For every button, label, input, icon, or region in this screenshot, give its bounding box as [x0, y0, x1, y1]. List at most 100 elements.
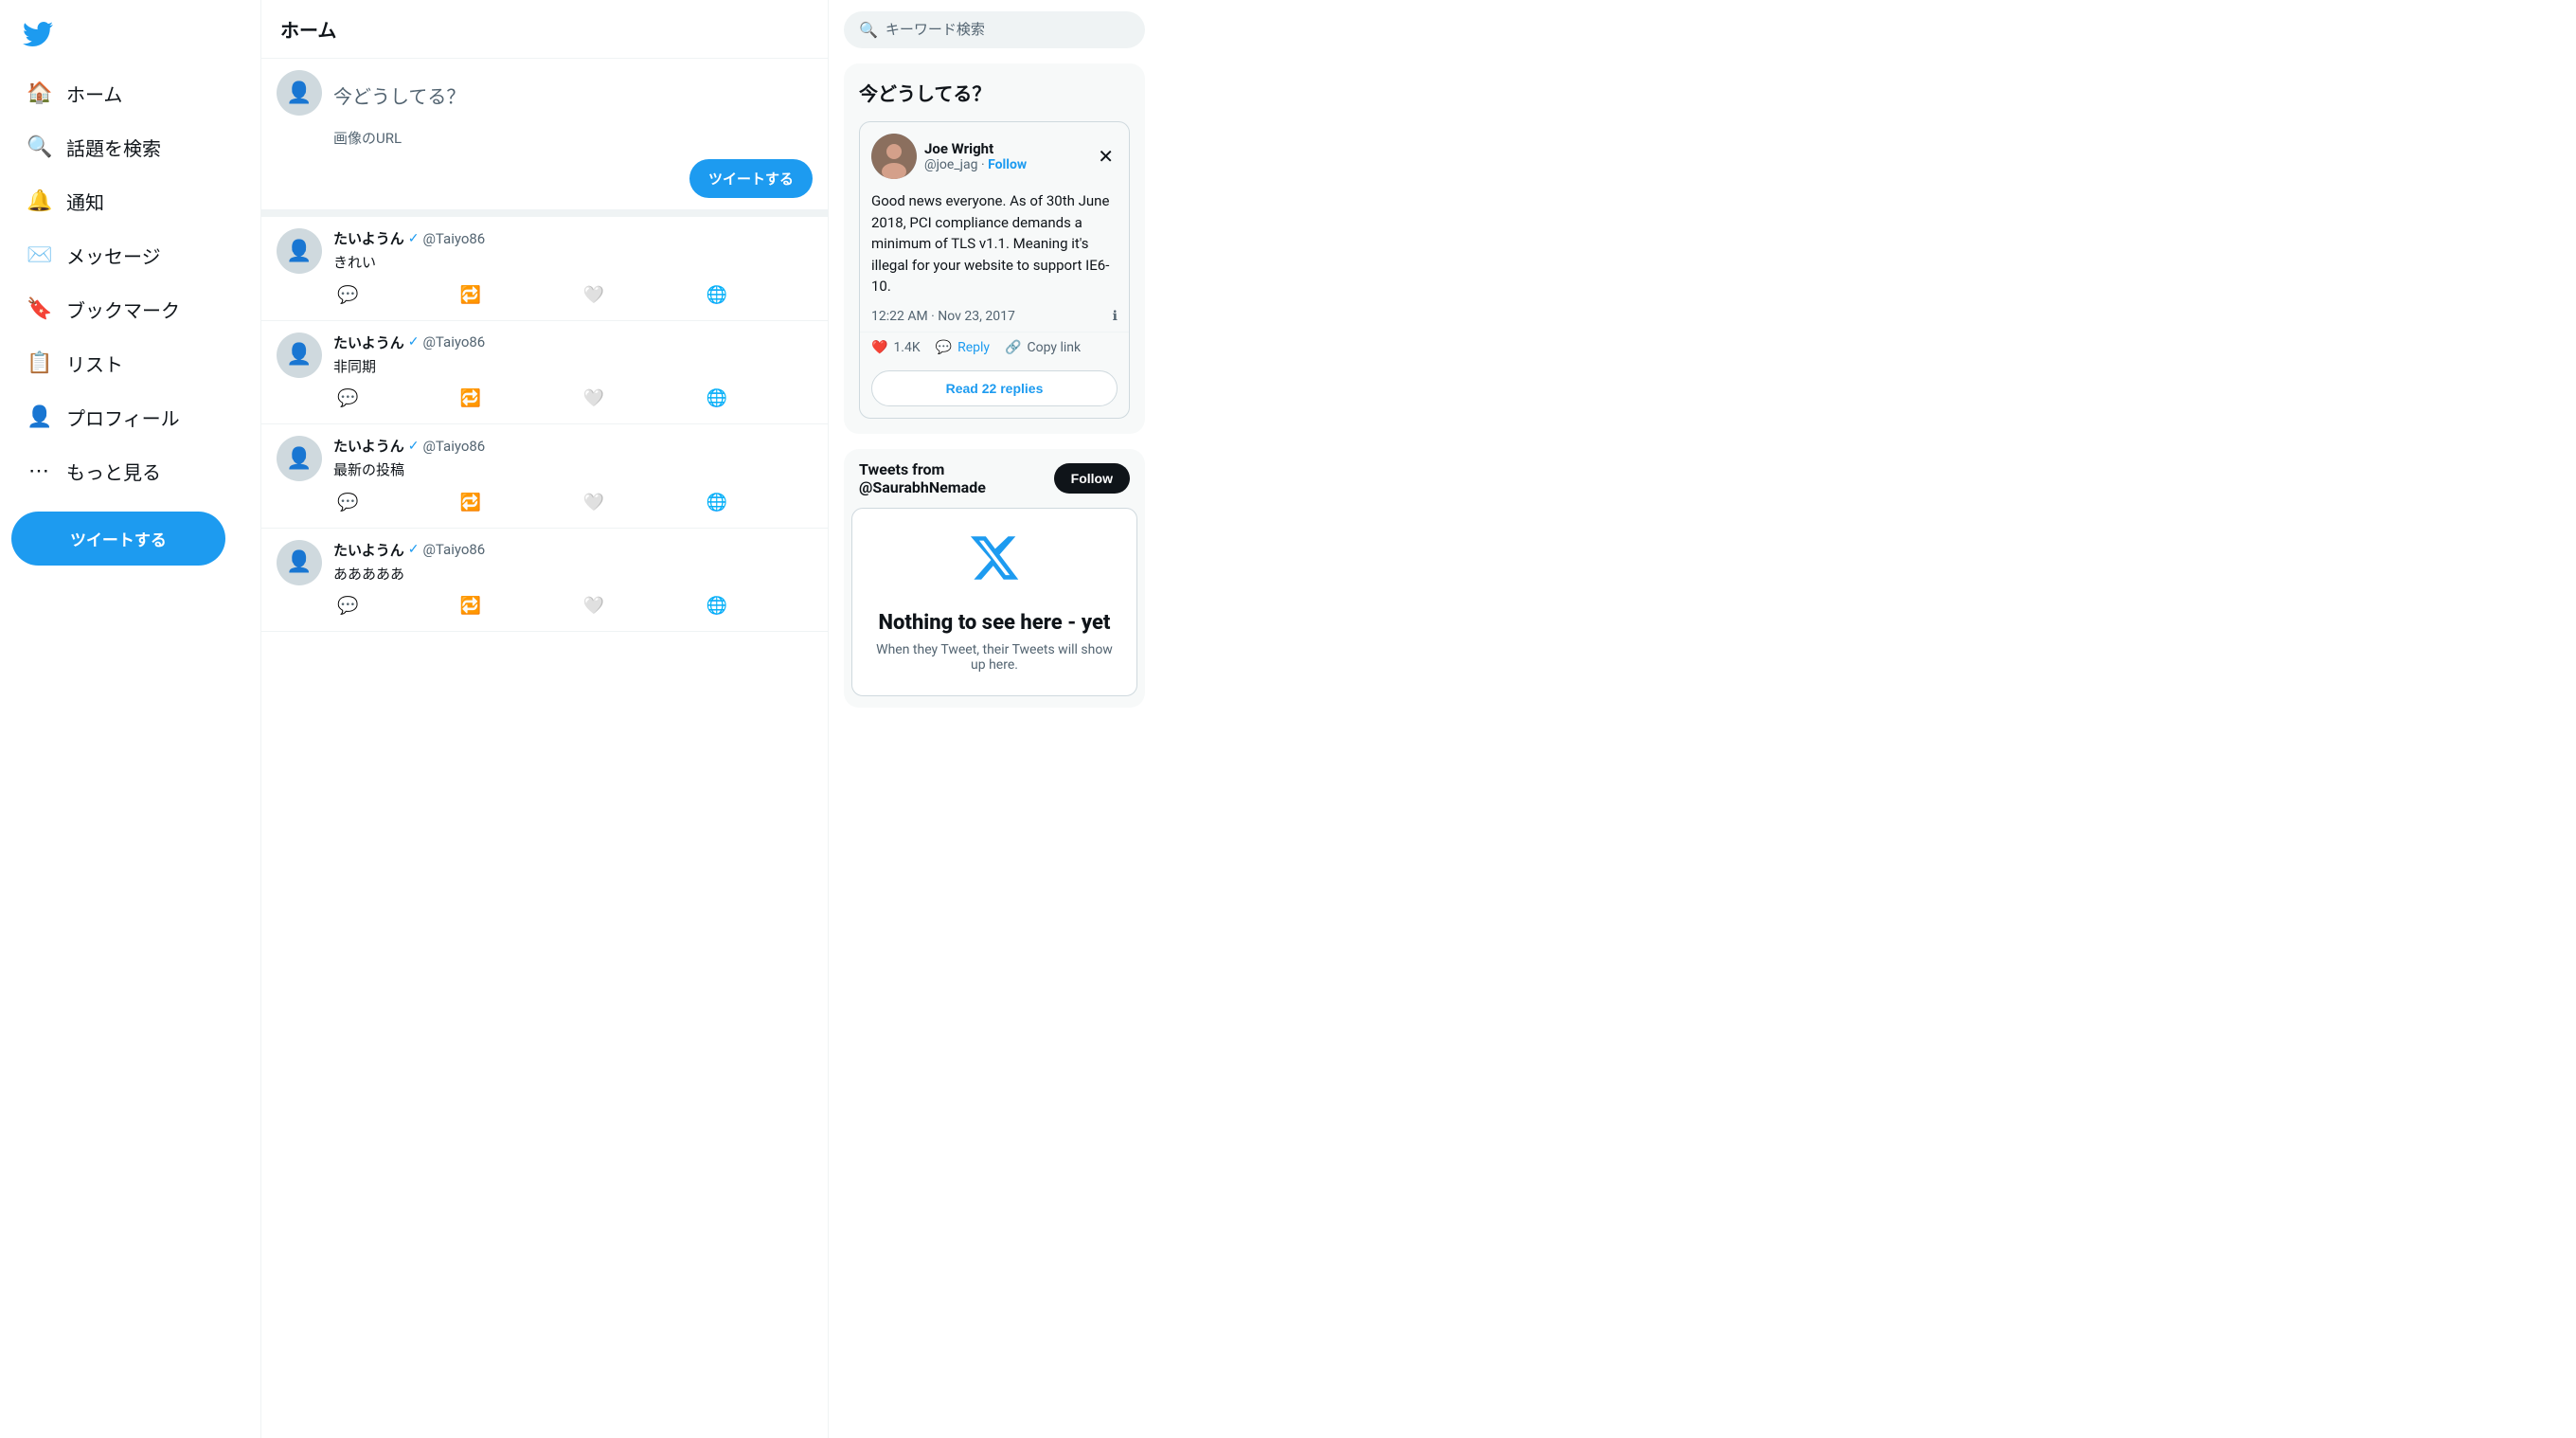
comment-icon: 💬 [337, 596, 358, 616]
link-icon: 🔗 [1005, 340, 1021, 355]
tweet-header: たいようん ✓ @Taiyo86 [333, 540, 813, 560]
like-action[interactable]: 🤍 [580, 592, 608, 620]
tweet-content: たいようん ✓ @Taiyo86 最新の投稿 💬 🔁 🤍 🌐 [333, 436, 813, 516]
compose-avatar: 👤 [277, 70, 322, 116]
globe-icon: 🌐 [707, 596, 727, 616]
sidebar-item-profile[interactable]: 👤 プロフィール [11, 392, 249, 442]
reply-action[interactable]: 💬 [333, 592, 362, 620]
heart-icon: 🤍 [583, 493, 604, 512]
globe-icon: 🌐 [707, 285, 727, 305]
tweet-text: 最新の投稿 [333, 459, 813, 481]
feed-header: ホーム [261, 0, 828, 59]
sidebar-item-lists-label: リスト [66, 350, 123, 377]
globe-icon: 🌐 [707, 388, 727, 408]
share-action[interactable]: 🌐 [703, 489, 731, 516]
list-icon: 📋 [27, 351, 51, 375]
like-action[interactable]: 🤍 [580, 489, 608, 516]
search-icon: 🔍 [859, 21, 878, 39]
tweet-actions: 💬 🔁 🤍 🌐 [333, 385, 731, 412]
tweet-timestamp: 12:22 AM · Nov 23, 2017 [871, 309, 1015, 324]
tweet-user-name: たいようん [333, 228, 404, 248]
verified-icon: ✓ [408, 439, 420, 454]
retweet-action[interactable]: 🔁 [456, 281, 485, 309]
sidebar-item-more[interactable]: ⋯ もっと見る [11, 446, 249, 496]
retweet-action[interactable]: 🔁 [456, 489, 485, 516]
tweets-from-widget: Tweets from @SaurabhNemade Follow Nothin… [844, 449, 1145, 708]
sidebar-tweet-avatar[interactable] [871, 134, 917, 179]
user-icon: 👤 [286, 343, 312, 367]
sidebar-tweet-actions: ❤️ 1.4K 💬 Reply 🔗 Copy link [860, 332, 1129, 363]
sidebar-item-bookmarks[interactable]: 🔖 ブックマーク [11, 284, 249, 334]
sidebar-item-home[interactable]: 🏠 ホーム [11, 68, 249, 118]
tweet-actions: 💬 🔁 🤍 🌐 [333, 489, 731, 516]
compose-placeholder[interactable]: 今どうしてる？ [333, 70, 813, 120]
tweet-content: たいようん ✓ @Taiyo86 きれい 💬 🔁 🤍 🌐 [333, 228, 813, 309]
copy-link-label: Copy link [1027, 340, 1081, 355]
search-input[interactable] [886, 22, 1130, 38]
like-action[interactable]: 🤍 [580, 385, 608, 412]
compose-image-url[interactable]: 画像のURL [333, 120, 813, 152]
retweet-action[interactable]: 🔁 [456, 592, 485, 620]
read-replies-button[interactable]: Read 22 replies [871, 370, 1118, 406]
verified-icon: ✓ [408, 542, 420, 557]
retweet-action[interactable]: 🔁 [456, 385, 485, 412]
x-logo-icon [968, 531, 1021, 596]
chat-bubble-icon: 💬 [936, 340, 952, 355]
compose-submit-button[interactable]: ツイートする [689, 159, 813, 198]
reply-action[interactable]: 💬 [333, 489, 362, 516]
sidebar-tweet-header: Joe Wright @joe_jag · Follow ✕ [860, 122, 1129, 179]
share-action[interactable]: 🌐 [703, 385, 731, 412]
sidebar-item-messages-label: メッセージ [66, 242, 161, 269]
sidebar-like-action[interactable]: ❤️ 1.4K [871, 340, 921, 355]
tweet-content: たいようん ✓ @Taiyo86 非同期 💬 🔁 🤍 🌐 [333, 333, 813, 413]
sidebar-item-notifications[interactable]: 🔔 通知 [11, 176, 249, 226]
sidebar-item-notifications-label: 通知 [66, 188, 104, 215]
twitter-bird-icon [23, 19, 53, 49]
compose-box: 👤 今どうしてる？ 画像のURL ツイートする [261, 59, 828, 217]
tweet-user-name: たいようん [333, 333, 404, 352]
sidebar-item-messages[interactable]: ✉️ メッセージ [11, 230, 249, 280]
person-silhouette-icon: 👤 [286, 81, 312, 105]
retweet-icon: 🔁 [460, 388, 481, 408]
tweet-content: たいようん ✓ @Taiyo86 あああああ 💬 🔁 🤍 🌐 [333, 540, 813, 620]
sidebar-follow-link[interactable]: Follow [988, 157, 1027, 172]
retweet-icon: 🔁 [460, 596, 481, 616]
reply-label: Reply [957, 340, 990, 355]
tweet-user-name: たいようん [333, 540, 404, 560]
tweet-user-handle: @Taiyo86 [422, 541, 485, 558]
sidebar-reply-action[interactable]: 💬 Reply [936, 340, 990, 355]
trending-widget: 今どうしてる？ Joe Wright @joe_ [844, 63, 1145, 434]
share-action[interactable]: 🌐 [703, 281, 731, 309]
globe-icon: 🌐 [707, 493, 727, 512]
home-icon: 🏠 [27, 81, 51, 105]
tweet-text: 非同期 [333, 356, 813, 378]
sidebar-item-explore-label: 話題を検索 [66, 134, 161, 161]
sidebar-item-lists[interactable]: 📋 リスト [11, 338, 249, 388]
sidebar-item-home-label: ホーム [66, 80, 122, 107]
reply-action[interactable]: 💬 [333, 281, 362, 309]
sidebar-tweet-button[interactable]: ツイートする [11, 512, 225, 566]
like-action[interactable]: 🤍 [580, 281, 608, 309]
follow-button[interactable]: Follow [1054, 463, 1130, 494]
user-icon: 👤 [286, 447, 312, 471]
sidebar: 🏠 ホーム 🔍 話題を検索 🔔 通知 ✉️ メッセージ 🔖 ブックマーク 📋 リ… [0, 0, 260, 1438]
tweet-item: 👤 たいようん ✓ @Taiyo86 あああああ 💬 🔁 🤍 � [261, 529, 828, 633]
tweet-avatar: 👤 [277, 436, 322, 481]
close-icon[interactable]: ✕ [1094, 141, 1118, 171]
tweet-header: たいようん ✓ @Taiyo86 [333, 228, 813, 248]
tweet-item: 👤 たいようん ✓ @Taiyo86 最新の投稿 💬 🔁 🤍 � [261, 424, 828, 529]
sidebar-tweet-card: Joe Wright @joe_jag · Follow ✕ Good news… [859, 121, 1130, 419]
reply-action[interactable]: 💬 [333, 385, 362, 412]
tweet-header: たいようん ✓ @Taiyo86 [333, 333, 813, 352]
share-action[interactable]: 🌐 [703, 592, 731, 620]
person-icon: 👤 [27, 405, 51, 429]
sidebar-item-explore[interactable]: 🔍 話題を検索 [11, 122, 249, 172]
tweets-from-header: Tweets from @SaurabhNemade Follow [844, 449, 1145, 508]
more-icon: ⋯ [27, 459, 51, 483]
tweet-text: あああああ [333, 564, 813, 585]
search-bar[interactable]: 🔍 [844, 11, 1145, 48]
twitter-logo[interactable] [11, 8, 64, 64]
retweet-icon: 🔁 [460, 285, 481, 305]
avatar-image [871, 134, 917, 179]
sidebar-copy-link-action[interactable]: 🔗 Copy link [1005, 340, 1081, 355]
